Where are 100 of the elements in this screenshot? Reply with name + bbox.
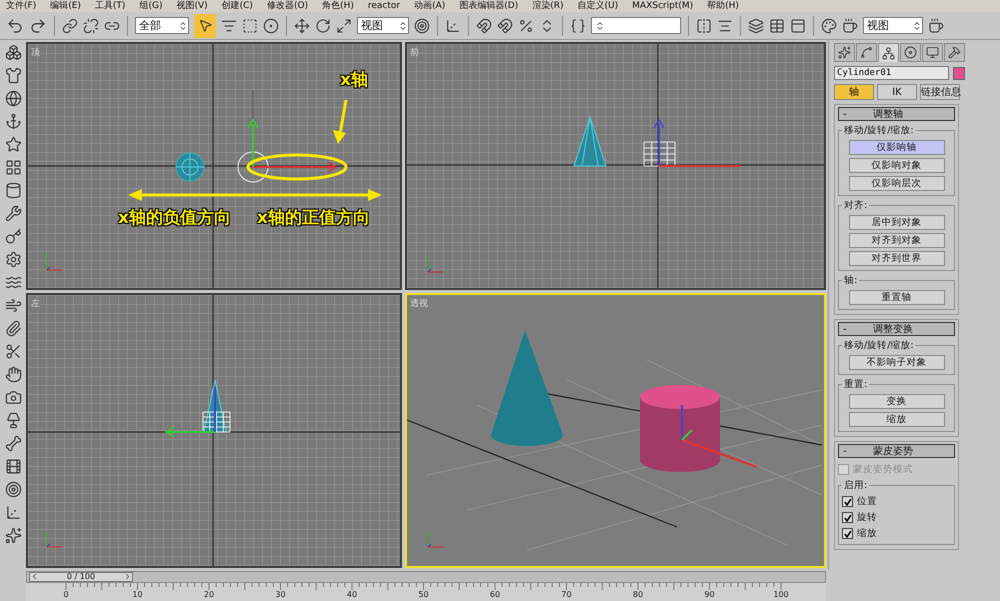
sphere-icon[interactable] bbox=[4, 90, 22, 107]
curve-editor-icon[interactable] bbox=[769, 18, 785, 34]
menu-item[interactable]: 编辑(E) bbox=[50, 0, 81, 12]
window-crossing-icon[interactable] bbox=[263, 18, 279, 34]
menu-item[interactable]: 视图(V) bbox=[176, 0, 208, 12]
hand-icon[interactable] bbox=[4, 366, 22, 383]
axis-icon[interactable] bbox=[4, 504, 22, 521]
named-selection-dropdown[interactable] bbox=[591, 17, 681, 34]
pivot-center-icon[interactable] bbox=[414, 18, 430, 34]
lamp-icon[interactable] bbox=[4, 412, 22, 429]
material-editor-icon[interactable] bbox=[821, 18, 837, 34]
tick-label: 20 bbox=[204, 590, 214, 599]
menu-item[interactable]: 角色(H) bbox=[322, 0, 354, 12]
target-icon[interactable] bbox=[4, 481, 22, 498]
panel-button[interactable]: 对齐到对象 bbox=[848, 233, 944, 248]
panel-button[interactable]: 仅影响对象 bbox=[848, 158, 944, 173]
named-selection-icon[interactable] bbox=[570, 18, 586, 34]
rollout-header[interactable]: - 蒙皮姿势 bbox=[838, 444, 955, 458]
film-icon[interactable] bbox=[4, 458, 22, 475]
unlink-icon[interactable] bbox=[83, 18, 99, 34]
panel-button[interactable]: 不影响子对象 bbox=[848, 355, 944, 370]
paperclip-icon[interactable] bbox=[4, 320, 22, 337]
display-tab[interactable] bbox=[922, 43, 943, 62]
angle-snap-icon[interactable] bbox=[497, 18, 513, 34]
time-slider-track[interactable]: 0 / 100 bbox=[26, 570, 826, 582]
waves-icon[interactable] bbox=[4, 274, 22, 291]
shirt-icon[interactable] bbox=[4, 67, 22, 84]
panel-button[interactable]: 仅影响层次 bbox=[848, 176, 944, 191]
menu-item[interactable]: 动画(A) bbox=[414, 0, 446, 12]
menu-item[interactable]: 工具(T) bbox=[94, 0, 126, 12]
teapot-icon[interactable] bbox=[842, 18, 858, 34]
object-color-swatch[interactable] bbox=[953, 66, 965, 80]
layers-icon[interactable] bbox=[748, 18, 764, 34]
schematic-view-icon[interactable] bbox=[790, 18, 806, 34]
percent-snap-icon[interactable] bbox=[518, 18, 534, 34]
track-bar[interactable]: 0 10 20 30 40 50 60 70 80 90 100 bbox=[26, 583, 826, 601]
mode-button[interactable]: 链接信息 bbox=[920, 84, 960, 100]
panel-button[interactable]: 对齐到世界 bbox=[848, 251, 944, 266]
link-icon[interactable] bbox=[62, 18, 78, 34]
undo-icon[interactable] bbox=[6, 16, 24, 34]
settings-icon[interactable] bbox=[4, 251, 22, 268]
tick-label: 30 bbox=[275, 590, 286, 599]
modify-tab[interactable] bbox=[856, 43, 877, 62]
menu-item[interactable]: MAXScript(M) bbox=[632, 0, 694, 12]
rollout-header[interactable]: - 调整变换 bbox=[838, 322, 955, 336]
checkbox-label: 旋转 bbox=[857, 511, 877, 524]
menu-item[interactable]: 组(G) bbox=[139, 0, 162, 12]
coordinate-system-dropdown[interactable]: 视图 bbox=[357, 17, 409, 34]
snap-icon[interactable] bbox=[476, 18, 492, 34]
rectangle-selection-icon[interactable] bbox=[242, 18, 258, 34]
checkbox[interactable] bbox=[842, 512, 853, 523]
panel-button[interactable]: 仅影响轴 bbox=[848, 140, 944, 155]
menu-item[interactable]: 创建(C) bbox=[222, 0, 253, 12]
menu-item[interactable]: 渲染(R) bbox=[532, 0, 564, 12]
rollout-header[interactable]: - 调整轴 bbox=[838, 107, 955, 121]
axis-tripod-icon bbox=[46, 254, 64, 270]
bone-icon[interactable] bbox=[4, 435, 22, 452]
utilities-tab[interactable] bbox=[944, 43, 965, 62]
group-title: 重置: bbox=[842, 378, 870, 391]
scale-icon[interactable] bbox=[336, 18, 352, 34]
sparkles-icon[interactable] bbox=[4, 527, 22, 544]
mode-button[interactable]: IK bbox=[877, 84, 917, 100]
object-name-field[interactable]: Cylinder01 bbox=[834, 66, 949, 80]
wind-icon[interactable] bbox=[4, 297, 22, 314]
star-icon[interactable] bbox=[4, 136, 22, 153]
panel-button[interactable]: 变换 bbox=[848, 394, 944, 409]
axis-label: x轴 bbox=[340, 69, 368, 91]
menu-item[interactable]: 文件(F) bbox=[6, 0, 36, 12]
move-icon[interactable] bbox=[294, 18, 310, 34]
menu-item[interactable]: 图表编辑器(D) bbox=[459, 0, 518, 12]
panel-button[interactable]: 居中到对象 bbox=[848, 215, 944, 230]
menu-item[interactable]: reactor bbox=[368, 0, 400, 12]
key-icon[interactable] bbox=[4, 228, 22, 245]
mirror-icon[interactable] bbox=[696, 18, 712, 34]
panel-button[interactable]: 缩放 bbox=[848, 412, 944, 427]
select-button[interactable] bbox=[194, 14, 216, 38]
checkbox[interactable] bbox=[842, 528, 853, 539]
checkbox[interactable] bbox=[842, 496, 853, 507]
time-slider-thumb[interactable]: 0 / 100 bbox=[29, 572, 133, 582]
mode-button[interactable]: 轴 bbox=[834, 84, 874, 100]
anchor-icon[interactable] bbox=[4, 113, 22, 130]
render-teapot-icon[interactable] bbox=[928, 18, 944, 34]
boxes-icon[interactable] bbox=[4, 44, 22, 61]
rotate-icon[interactable] bbox=[315, 18, 331, 34]
panel-button[interactable]: 重置轴 bbox=[848, 290, 944, 305]
wrench-icon[interactable] bbox=[4, 205, 22, 222]
scissors-icon[interactable] bbox=[4, 343, 22, 360]
render-view-dropdown[interactable]: 视图 bbox=[863, 17, 923, 34]
hierarchy-tab[interactable] bbox=[878, 43, 899, 62]
grid-icon[interactable] bbox=[4, 159, 22, 176]
motion-tab[interactable] bbox=[900, 43, 921, 62]
axis-constraint-icon[interactable] bbox=[445, 18, 461, 34]
selection-filter-dropdown[interactable]: 全部 bbox=[135, 17, 189, 34]
menu-item[interactable]: 自定义(U) bbox=[578, 0, 618, 12]
camera-icon[interactable] bbox=[4, 389, 22, 406]
cylinder-icon[interactable] bbox=[4, 182, 22, 199]
create-tab[interactable] bbox=[834, 43, 855, 62]
menu-item[interactable]: 帮助(H) bbox=[707, 0, 739, 12]
menu-item[interactable]: 修改器(O) bbox=[266, 0, 308, 12]
redo-icon[interactable] bbox=[29, 16, 47, 34]
